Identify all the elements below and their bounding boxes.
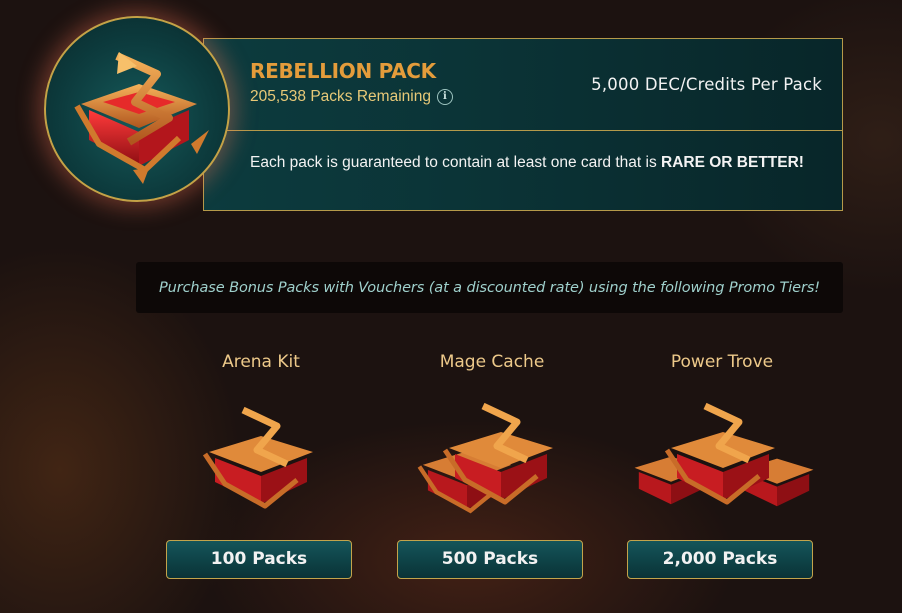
tier-mage-cache: Mage Cache 500 Packs xyxy=(397,350,587,585)
tier-name: Arena Kit xyxy=(222,352,300,372)
pack-medallion xyxy=(44,16,230,202)
packs-remaining: 205,538 Packs Remaining i xyxy=(250,88,453,106)
packs-remaining-text: 205,538 Packs Remaining xyxy=(250,88,431,105)
promo-banner: Purchase Bonus Packs with Vouchers (at a… xyxy=(136,262,843,313)
buy-2000-packs-button[interactable]: 2,000 Packs xyxy=(627,540,813,579)
promo-text: Purchase Bonus Packs with Vouchers (at a… xyxy=(158,279,821,296)
guarantee-text-regular: Each pack is guaranteed to contain at le… xyxy=(250,154,662,171)
pack-chests-icon xyxy=(417,402,553,514)
tier-name: Power Trove xyxy=(670,352,774,372)
pack-info-card: REBELLION PACK 205,538 Packs Remaining i… xyxy=(203,38,843,211)
buy-100-packs-button[interactable]: 100 Packs xyxy=(166,540,352,579)
tier-arena-kit: Arena Kit 100 Packs xyxy=(166,350,356,585)
buy-500-packs-button[interactable]: 500 Packs xyxy=(397,540,583,579)
pack-chests-icon xyxy=(634,402,814,507)
pack-chest-icon xyxy=(202,406,313,509)
tier-power-trove: Power Trove 2,000 Packs xyxy=(627,350,817,585)
guarantee-text: Each pack is guaranteed to contain at le… xyxy=(250,151,810,174)
card-divider xyxy=(204,130,842,131)
tier-name: Mage Cache xyxy=(439,352,545,372)
pack-title: REBELLION PACK xyxy=(250,59,436,83)
pack-price: 5,000 DEC/Credits Per Pack xyxy=(591,75,822,94)
info-icon[interactable]: i xyxy=(436,89,453,105)
guarantee-text-bold: RARE OR BETTER! xyxy=(661,154,804,171)
rebellion-pack-chest-icon xyxy=(74,52,209,184)
